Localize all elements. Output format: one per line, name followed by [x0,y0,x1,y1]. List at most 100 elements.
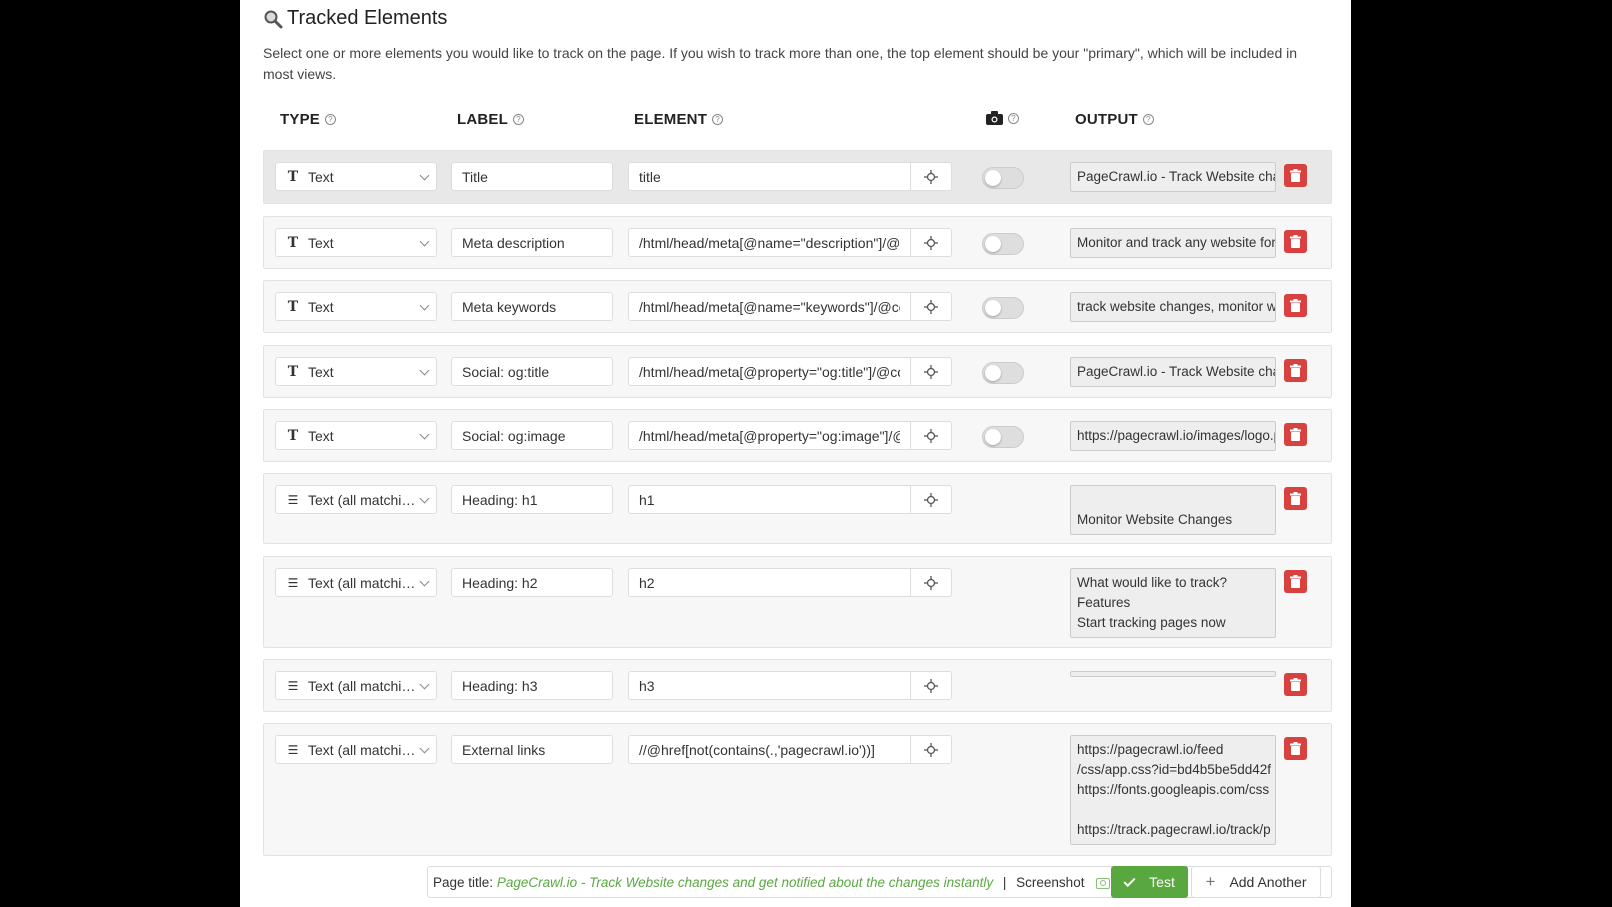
output-line: PageCrawl.io - Track Website changes and… [1077,364,1275,379]
type-select[interactable]: T Text [275,292,437,321]
chevron-down-icon [419,365,430,376]
element-input[interactable] [628,292,911,321]
element-input[interactable] [628,357,911,386]
search-icon [264,10,283,28]
element-input[interactable] [628,228,911,257]
delete-row-button[interactable] [1284,570,1307,593]
output-line: Monitor and track any website for change… [1077,235,1276,250]
column-header-output: OUTPUT? [1075,111,1154,128]
column-header-screenshot: ? [986,111,1019,125]
output-preview: PageCrawl.io - Track Website changes and… [1070,357,1276,387]
type-select[interactable]: T Text [275,421,437,450]
type-select[interactable]: ☰ Text (all matching) [275,671,437,700]
delete-row-button[interactable] [1284,737,1307,760]
output-preview: PageCrawl.io - Track Website changes and… [1070,162,1276,192]
element-picker-button[interactable] [910,357,952,386]
crosshair-icon [924,428,938,443]
output-preview: https://pagecrawl.io/images/logo.png [1070,421,1276,451]
type-select-value: Text [308,298,334,315]
type-select[interactable]: T Text [275,228,437,257]
element-picker-button[interactable] [910,421,952,450]
text-type-icon: T [287,427,299,444]
element-input[interactable] [628,671,911,700]
help-icon[interactable]: ? [1008,112,1019,124]
label-input[interactable] [451,421,613,450]
page-title-label: Page title: [433,875,494,890]
element-picker-button[interactable] [910,485,952,514]
crosshair-icon [924,299,938,314]
screenshot-toggle[interactable] [982,233,1024,255]
label-input[interactable] [451,735,613,764]
crosshair-icon [924,742,938,757]
type-select-value: Text [308,234,334,251]
trash-icon [1290,299,1301,312]
label-input[interactable] [451,292,613,321]
element-input[interactable] [628,568,911,597]
screenshot-toggle[interactable] [982,297,1024,319]
tracked-element-row: T Text https://pagecrawl.io/images/logo.… [263,409,1332,462]
text-type-icon: T [287,168,299,185]
label-input[interactable] [451,568,613,597]
list-type-icon: ☰ [287,678,299,693]
help-icon[interactable]: ? [1142,114,1154,125]
label-input[interactable] [451,485,613,514]
output-line: https://fonts.googleapis.com/css [1077,782,1270,797]
delete-row-button[interactable] [1284,359,1307,382]
output-line: https://track.pagecrawl.io/track/p [1077,822,1271,837]
add-another-button[interactable]: + Add Another [1191,866,1321,898]
element-input[interactable] [628,735,911,764]
crosshair-icon [924,364,938,379]
delete-row-button[interactable] [1284,230,1307,253]
type-select-value: Text [308,427,334,444]
element-input[interactable] [628,485,911,514]
screenshot-toggle[interactable] [982,167,1024,189]
delete-row-button[interactable] [1284,673,1307,696]
screenshot-toggle[interactable] [982,426,1024,448]
trash-icon [1290,169,1301,182]
list-type-icon: ☰ [287,742,299,757]
element-picker-button[interactable] [910,568,952,597]
text-type-icon: T [287,298,299,315]
chevron-down-icon [419,236,430,247]
delete-row-button[interactable] [1284,423,1307,446]
test-button[interactable]: Test [1111,866,1188,898]
trash-icon [1290,575,1301,588]
help-icon[interactable]: ? [324,114,336,125]
label-input[interactable] [451,162,613,191]
element-picker-button[interactable] [910,671,952,700]
output-line: https://pagecrawl.io/feed [1077,742,1224,757]
tracked-element-row: T Text track website changes, monitor we… [263,280,1332,333]
type-select[interactable]: ☰ Text (all matching) [275,485,437,514]
delete-row-button[interactable] [1284,487,1307,510]
label-input[interactable] [451,671,613,700]
type-select[interactable]: T Text [275,162,437,191]
column-output-label: OUTPUT [1075,111,1138,128]
label-input[interactable] [451,228,613,257]
list-type-icon: ☰ [287,492,299,507]
element-picker-button[interactable] [910,735,952,764]
screenshot-toggle[interactable] [982,362,1024,384]
help-icon[interactable]: ? [712,114,724,125]
type-select[interactable]: ☰ Text (all matching) [275,735,437,764]
element-picker-button[interactable] [910,228,952,257]
output-preview: Monitor and track any website for change… [1070,228,1276,258]
element-input[interactable] [628,162,911,191]
element-picker-button[interactable] [910,162,952,191]
help-icon[interactable]: ? [513,114,524,125]
output-preview: What would like to track? Features Start t… [1070,568,1276,638]
tracked-element-row: ☰ Text (all matching) [263,659,1332,712]
delete-row-button[interactable] [1284,294,1307,317]
camera-icon[interactable] [1096,877,1111,889]
delete-row-button[interactable] [1284,164,1307,187]
screenshot-link[interactable]: Screenshot [1016,875,1084,890]
footer-separator: | [1002,875,1007,890]
type-select[interactable]: T Text [275,357,437,386]
chevron-down-icon [419,576,430,587]
type-select[interactable]: ☰ Text (all matching) [275,568,437,597]
element-picker-button[interactable] [910,292,952,321]
label-input[interactable] [451,357,613,386]
tracked-element-row: T Text PageCrawl.io - Track Website chan… [263,345,1332,398]
add-another-label: Add Another [1229,874,1307,890]
element-input[interactable] [628,421,911,450]
